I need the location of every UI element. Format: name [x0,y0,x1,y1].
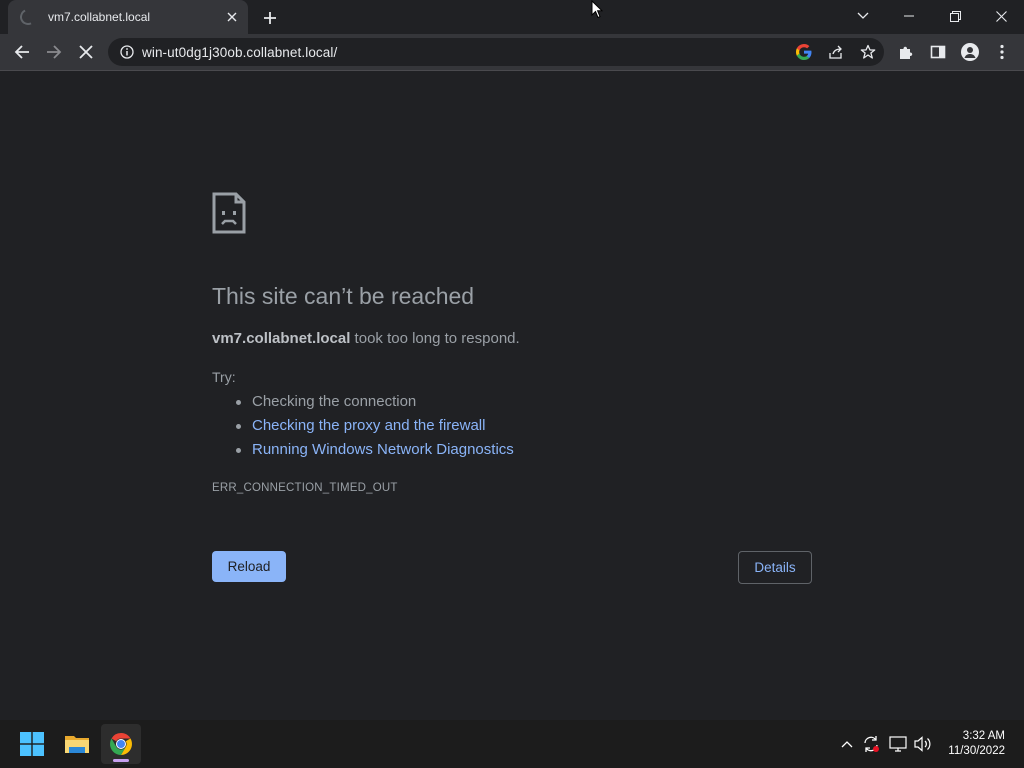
info-icon [120,45,134,59]
clock-date: 11/30/2022 [948,745,1005,757]
error-code: ERR_CONNECTION_TIMED_OUT [212,482,398,494]
share-button[interactable] [820,38,852,66]
google-icon [796,44,812,60]
sync-status-button[interactable] [861,734,881,754]
mouse-cursor-icon [591,0,603,19]
back-button[interactable] [8,38,36,66]
chevron-down-icon [857,12,869,19]
close-window-button[interactable] [978,0,1024,32]
clock-time: 3:32 AM [962,730,1005,742]
file-explorer-button[interactable] [57,724,97,764]
taskbar: 3:32 AM 11/30/2022 [0,720,1024,768]
tab-close-button[interactable] [222,7,242,27]
side-panel-button[interactable] [924,38,952,66]
forward-button[interactable] [40,38,68,66]
sad-page-icon [212,192,246,234]
details-button[interactable]: Details [738,551,812,584]
file-explorer-icon [65,736,89,753]
suggestion-check-proxy-link[interactable]: Checking the proxy and the firewall [236,417,514,441]
try-label: Try: [212,369,236,385]
puzzle-icon [900,46,913,59]
active-app-indicator [113,759,129,762]
restore-icon [949,10,961,22]
chrome-icon [110,733,132,755]
profile-button[interactable] [956,38,984,66]
side-panel-icon [930,45,946,59]
tab-strip: vm7.collabnet.local [0,0,1024,34]
new-tab-button[interactable] [258,6,282,30]
error-description: vm7.collabnet.local took too long to res… [212,330,520,347]
site-info-button[interactable] [112,45,142,59]
chrome-taskbar-button[interactable] [101,724,141,764]
more-vertical-icon [1000,44,1004,60]
speaker-icon [914,736,931,752]
show-hidden-icons-button[interactable] [837,734,857,754]
google-lens-button[interactable] [788,38,820,66]
suggestion-list: Checking the connection Checking the pro… [236,393,514,465]
tab-active[interactable]: vm7.collabnet.local [8,0,248,34]
start-icon [20,732,44,756]
chevron-up-icon [841,741,853,748]
star-icon [860,44,876,59]
volume-button[interactable] [913,734,933,754]
network-icon [889,736,907,752]
share-icon [829,45,842,59]
sync-error-icon [864,736,879,752]
clock[interactable]: 3:32 AM 11/30/2022 [948,729,1005,759]
avatar-icon [961,43,979,61]
start-button[interactable] [12,724,52,764]
error-host: vm7.collabnet.local [212,330,351,347]
arrow-right-icon [47,45,62,59]
address-bar[interactable]: win-ut0dg1j30ob.collabnet.local/ [108,38,884,66]
error-title: This site can’t be reached [212,283,475,309]
error-description-text: took too long to respond. [350,330,520,347]
close-icon [227,12,237,22]
loading-spinner-icon [17,6,39,28]
extensions-button[interactable] [892,38,920,66]
restore-button[interactable] [932,0,978,32]
tab-search-button[interactable] [840,0,886,32]
bookmark-button[interactable] [852,38,884,66]
close-icon [995,10,1007,22]
browser-toolbar: win-ut0dg1j30ob.collabnet.local/ [0,34,1024,71]
suggestion-run-diagnostics-link[interactable]: Running Windows Network Diagnostics [236,441,514,465]
plus-icon [264,12,276,24]
tab-title: vm7.collabnet.local [48,10,151,24]
network-status-button[interactable] [888,734,908,754]
reload-button[interactable]: Reload [212,551,286,582]
minimize-icon [904,15,914,17]
url-text[interactable]: win-ut0dg1j30ob.collabnet.local/ [142,45,788,60]
arrow-left-icon [14,45,29,59]
stop-loading-button[interactable] [72,38,100,66]
error-page: This site can’t be reached vm7.collabnet… [0,71,1024,720]
minimize-button[interactable] [886,0,932,32]
menu-button[interactable] [988,38,1016,66]
suggestion-check-connection: Checking the connection [236,393,514,417]
close-icon [79,45,93,59]
